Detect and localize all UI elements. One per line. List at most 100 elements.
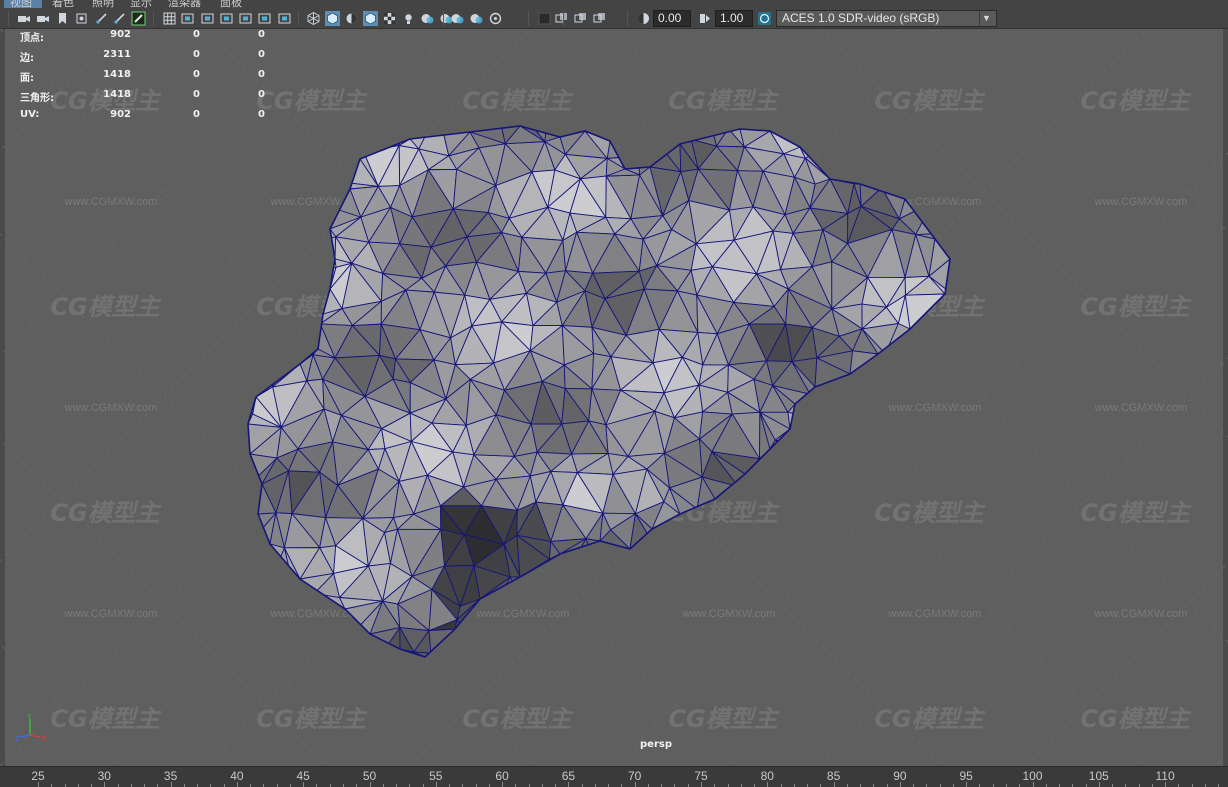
- mesh-face: [248, 513, 259, 538]
- timeline-tick-label: 60: [495, 769, 509, 783]
- mesh-face: [939, 175, 950, 203]
- mesh-face: [906, 503, 933, 544]
- mesh-face: [841, 393, 880, 412]
- mesh-face: [707, 126, 741, 130]
- mesh-face: [290, 206, 331, 230]
- mesh-face: [697, 637, 736, 655]
- mesh-face: [890, 652, 950, 657]
- viewport-panel[interactable]: CG模型主 CG模型主 CG模型主 CG模型主 CG模型主 CG模型主 CG模型主 CG模型主…: [0, 29, 1228, 766]
- mesh-face: [695, 600, 729, 639]
- toolbar-separator: [443, 11, 444, 26]
- film-gate-icon[interactable]: [180, 11, 195, 26]
- mesh-face: [796, 531, 816, 565]
- timeline-tick-mark: [435, 782, 437, 787]
- mesh-face: [909, 126, 945, 157]
- bookmark-icon[interactable]: [55, 11, 70, 26]
- mesh-face: [307, 653, 456, 657]
- mesh-face: [904, 588, 950, 620]
- hud-value-selected: 0: [193, 49, 200, 60]
- isolate-select-icon[interactable]: [537, 11, 552, 26]
- menu-item-0[interactable]: 视图: [10, 0, 32, 8]
- mesh-face: [695, 633, 729, 655]
- textured-icon[interactable]: [382, 11, 397, 26]
- mesh-face: [695, 590, 726, 635]
- mesh-face: [820, 418, 863, 458]
- mesh-face: [585, 658, 636, 667]
- timeline-tick-label: 75: [694, 769, 708, 783]
- field-chart-icon-glyph: [239, 13, 252, 24]
- field-chart-icon[interactable]: [238, 11, 253, 26]
- mesh-face: [336, 630, 371, 651]
- mesh-face: [279, 604, 305, 638]
- exposure-icon[interactable]: [636, 11, 651, 26]
- isolate-select-icon-glyph: [538, 12, 551, 25]
- mesh-face: [606, 126, 655, 142]
- grease-pencil-icon[interactable]: [94, 11, 109, 26]
- mesh-face: [876, 126, 911, 160]
- camera-attributes-icon[interactable]: [35, 11, 50, 26]
- safe-title-icon[interactable]: [277, 11, 292, 26]
- motion-blur-icon[interactable]: [450, 11, 465, 26]
- timeline-tick-label: 55: [429, 769, 443, 783]
- menu-item-5[interactable]: 面板: [220, 0, 242, 8]
- mesh-face: [927, 588, 950, 636]
- mesh-face: [298, 126, 322, 148]
- smooth-shade-icon[interactable]: [325, 11, 340, 26]
- mesh-face: [624, 636, 636, 657]
- gate-mask-icon[interactable]: [219, 11, 234, 26]
- mesh-face: [788, 563, 821, 609]
- grid-icon[interactable]: [162, 11, 177, 26]
- xray-icon[interactable]: [554, 11, 569, 26]
- mesh-face: [305, 295, 324, 325]
- 2d-pan-zoom-icon[interactable]: [112, 11, 127, 26]
- grease-pencil-tool-icon[interactable]: [131, 11, 146, 26]
- mesh-face: [851, 126, 911, 128]
- color-space-dropdown[interactable]: ACES 1.0 SDR-video (sRGB) ▼: [776, 10, 997, 27]
- mesh-face: [905, 384, 938, 422]
- mesh-face: [932, 175, 950, 203]
- xray-joints-icon[interactable]: [573, 11, 588, 26]
- hud-label: 面:: [20, 73, 34, 84]
- time-slider[interactable]: 25 30 35 40 45 50 55 60 65 70 75 80 85 90 95 100 105 110: [0, 766, 1228, 787]
- default-material-icon[interactable]: [344, 11, 359, 26]
- timeline-tick-label: 65: [561, 769, 576, 783]
- mesh-face: [669, 513, 709, 541]
- mesh-face: [561, 569, 592, 608]
- mesh-face: [843, 547, 876, 570]
- gamma-field[interactable]: 1.00: [715, 10, 753, 27]
- menu-item-1[interactable]: 着色: [52, 0, 74, 8]
- mesh-face: [947, 353, 950, 387]
- mesh-face: [530, 650, 586, 657]
- menu-item-3[interactable]: 显示: [130, 0, 152, 8]
- image-plane-icon[interactable]: [74, 11, 89, 26]
- resolution-gate-icon[interactable]: [200, 11, 215, 26]
- depth-of-field-icon[interactable]: [488, 11, 503, 26]
- mesh-face: [853, 147, 873, 185]
- mesh-face: [682, 653, 774, 657]
- mesh-face: [282, 576, 301, 606]
- gamma-icon[interactable]: [697, 11, 712, 26]
- mesh-face: [815, 514, 851, 549]
- mesh-face: [886, 441, 923, 483]
- menu-item-4[interactable]: 渲染器: [168, 0, 201, 8]
- hud-value-selected: 0: [193, 29, 200, 40]
- mesh-face: [336, 126, 378, 153]
- mesh-face: [761, 504, 798, 535]
- wireframe-on-shaded-icon[interactable]: [363, 11, 378, 26]
- timeline-tick-mark: [767, 782, 769, 787]
- wireframe-icon[interactable]: [306, 11, 321, 26]
- use-all-lights-icon[interactable]: [401, 11, 416, 26]
- mesh-face: [933, 353, 950, 387]
- backface-culling-icon[interactable]: [592, 11, 607, 26]
- camera-select-icon[interactable]: [16, 11, 31, 26]
- shadows-icon[interactable]: [420, 11, 435, 26]
- safe-action-icon[interactable]: [257, 11, 272, 26]
- menu-item-2[interactable]: 照明: [92, 0, 114, 8]
- default-material-icon-glyph: [346, 13, 357, 24]
- mesh-face: [967, 117, 980, 239]
- color-management-icon[interactable]: [757, 11, 772, 26]
- exposure-field[interactable]: 0.00: [653, 10, 691, 27]
- rock-mesh[interactable]: [0, 29, 1228, 766]
- multisample-aa-icon[interactable]: [469, 11, 484, 26]
- mesh-face: [271, 295, 307, 334]
